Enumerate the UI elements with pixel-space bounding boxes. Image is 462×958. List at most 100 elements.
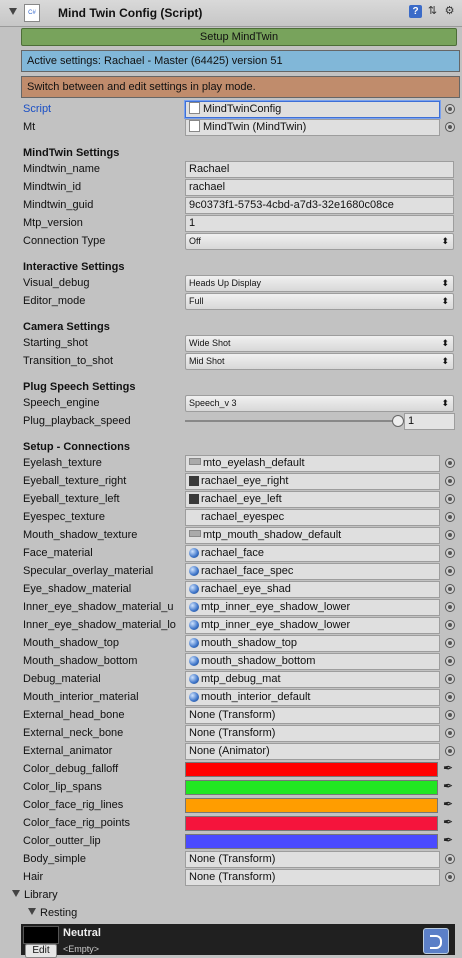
- object-picker-icon[interactable]: [445, 104, 455, 114]
- object-picker-icon[interactable]: [445, 638, 455, 648]
- field-label: External_animator: [23, 745, 113, 757]
- object-field[interactable]: mtp_inner_eye_shadow_lower: [185, 599, 440, 616]
- playback-speed-input[interactable]: 1: [404, 413, 455, 430]
- object-picker-icon[interactable]: [445, 122, 455, 132]
- material-icon: [189, 620, 199, 630]
- mt-object-field[interactable]: MindTwin (MindTwin): [185, 119, 440, 136]
- color-row: Color_lip_spans ✒: [23, 779, 457, 796]
- object-picker-icon[interactable]: [445, 602, 455, 612]
- help-icon[interactable]: ?: [409, 5, 422, 18]
- mindtwin-id-input[interactable]: rachael: [185, 179, 454, 196]
- object-picker-icon[interactable]: [445, 872, 455, 882]
- library-foldout[interactable]: Library: [12, 889, 58, 901]
- field-label: Eyeball_texture_right: [23, 475, 127, 487]
- component-title: Mind Twin Config (Script): [58, 6, 203, 20]
- script-object-field[interactable]: MindTwinConfig: [185, 101, 440, 118]
- material-icon: [189, 548, 199, 558]
- field-label: Mouth_interior_material: [23, 691, 139, 703]
- object-picker-icon[interactable]: [445, 692, 455, 702]
- field-label: Color_face_rig_points: [23, 817, 131, 829]
- visual-debug-dropdown[interactable]: Heads Up Display ⬍: [185, 275, 454, 292]
- object-picker-icon[interactable]: [445, 548, 455, 558]
- setup-mindtwin-button[interactable]: Setup MindTwin: [21, 28, 457, 46]
- eyedropper-icon[interactable]: ✒: [443, 833, 453, 847]
- object-field[interactable]: mouth_shadow_top: [185, 635, 440, 652]
- object-field[interactable]: mouth_shadow_bottom: [185, 653, 440, 670]
- field-value: mtp_debug_mat: [201, 673, 281, 685]
- object-field[interactable]: rachael_eye_right: [185, 473, 440, 490]
- dropdown-value: Mid Shot: [189, 356, 225, 366]
- object-field[interactable]: mtp_inner_eye_shadow_lower: [185, 617, 440, 634]
- object-field[interactable]: mto_eyelash_default: [185, 455, 440, 472]
- section-title-mindtwin: MindTwin Settings: [23, 147, 120, 159]
- object-picker-icon[interactable]: [445, 674, 455, 684]
- edit-button[interactable]: Edit: [25, 944, 57, 958]
- object-picker-icon[interactable]: [445, 746, 455, 756]
- texture-icon: [189, 530, 201, 537]
- mindtwin-guid-input[interactable]: 9c0373f1-5753-4cbd-a7d3-32e1680c08ce: [185, 197, 454, 214]
- object-picker-icon[interactable]: [445, 728, 455, 738]
- color-swatch[interactable]: [185, 834, 438, 849]
- foldout-arrow-icon[interactable]: [9, 8, 17, 15]
- resting-foldout[interactable]: Resting: [28, 907, 77, 919]
- editor-mode-dropdown[interactable]: Full ⬍: [185, 293, 454, 310]
- object-picker-icon[interactable]: [445, 530, 455, 540]
- object-field[interactable]: None (Transform): [185, 851, 440, 868]
- eyedropper-icon[interactable]: ✒: [443, 761, 453, 775]
- object-picker-icon[interactable]: [445, 458, 455, 468]
- object-picker-icon[interactable]: [445, 512, 455, 522]
- connection-type-dropdown[interactable]: Off ⬍: [185, 233, 454, 250]
- dropdown-value: Full: [189, 296, 204, 306]
- object-field[interactable]: None (Transform): [185, 725, 440, 742]
- speech-engine-dropdown[interactable]: Speech_v 3 ⬍: [185, 395, 454, 412]
- field-row: Debug_material mtp_debug_mat: [23, 671, 457, 688]
- object-field[interactable]: mtp_mouth_shadow_default: [185, 527, 440, 544]
- eyedropper-icon[interactable]: ✒: [443, 797, 453, 811]
- object-field[interactable]: rachael_face_spec: [185, 563, 440, 580]
- object-field[interactable]: None (Transform): [185, 707, 440, 724]
- transition-shot-dropdown[interactable]: Mid Shot ⬍: [185, 353, 454, 370]
- eyedropper-icon[interactable]: ✒: [443, 779, 453, 793]
- dropdown-value: Off: [189, 236, 201, 246]
- component-header[interactable]: C# Mind Twin Config (Script) ? ⇅ ⚙: [0, 0, 462, 27]
- pose-item-neutral[interactable]: Neutral Edit <Empty>: [21, 924, 455, 958]
- color-swatch[interactable]: [185, 798, 438, 813]
- object-field[interactable]: mtp_debug_mat: [185, 671, 440, 688]
- object-field[interactable]: mouth_interior_default: [185, 689, 440, 706]
- color-swatch[interactable]: [185, 816, 438, 831]
- field-label: Mindtwin_guid: [23, 199, 94, 211]
- object-field[interactable]: rachael_face: [185, 545, 440, 562]
- object-field[interactable]: rachael_eye_left: [185, 491, 440, 508]
- field-row: External_head_bone None (Transform): [23, 707, 457, 724]
- object-picker-icon[interactable]: [445, 656, 455, 666]
- object-picker-icon[interactable]: [445, 476, 455, 486]
- object-picker-icon[interactable]: [445, 494, 455, 504]
- gear-icon[interactable]: ⚙: [443, 5, 456, 18]
- object-field[interactable]: None (Animator): [185, 743, 440, 760]
- field-label: Editor_mode: [23, 295, 86, 307]
- color-swatch[interactable]: [185, 762, 438, 777]
- object-picker-icon[interactable]: [445, 854, 455, 864]
- mtp-version-input[interactable]: 1: [185, 215, 454, 232]
- field-row: Mouth_interior_material mouth_interior_de…: [23, 689, 457, 706]
- field-label: Script: [23, 103, 52, 115]
- object-field[interactable]: None (Transform): [185, 869, 440, 886]
- playback-speed-slider-track[interactable]: [185, 420, 399, 422]
- mindtwin-name-input[interactable]: Rachael: [185, 161, 454, 178]
- object-picker-icon[interactable]: [445, 620, 455, 630]
- blend-tree-icon[interactable]: [423, 928, 449, 954]
- object-field[interactable]: rachael_eyespec: [185, 509, 440, 526]
- object-picker-icon[interactable]: [445, 566, 455, 576]
- presets-icon[interactable]: ⇅: [426, 5, 439, 18]
- eyedropper-icon[interactable]: ✒: [443, 815, 453, 829]
- field-value: mouth_interior_default: [201, 691, 311, 703]
- color-row: Color_face_rig_lines ✒: [23, 797, 457, 814]
- field-row: Hair None (Transform): [23, 869, 457, 886]
- object-picker-icon[interactable]: [445, 710, 455, 720]
- starting-shot-dropdown[interactable]: Wide Shot ⬍: [185, 335, 454, 352]
- object-field[interactable]: rachael_eye_shad: [185, 581, 440, 598]
- object-picker-icon[interactable]: [445, 584, 455, 594]
- field-label: Transition_to_shot: [23, 355, 114, 367]
- playback-speed-slider-handle[interactable]: [392, 415, 404, 427]
- color-swatch[interactable]: [185, 780, 438, 795]
